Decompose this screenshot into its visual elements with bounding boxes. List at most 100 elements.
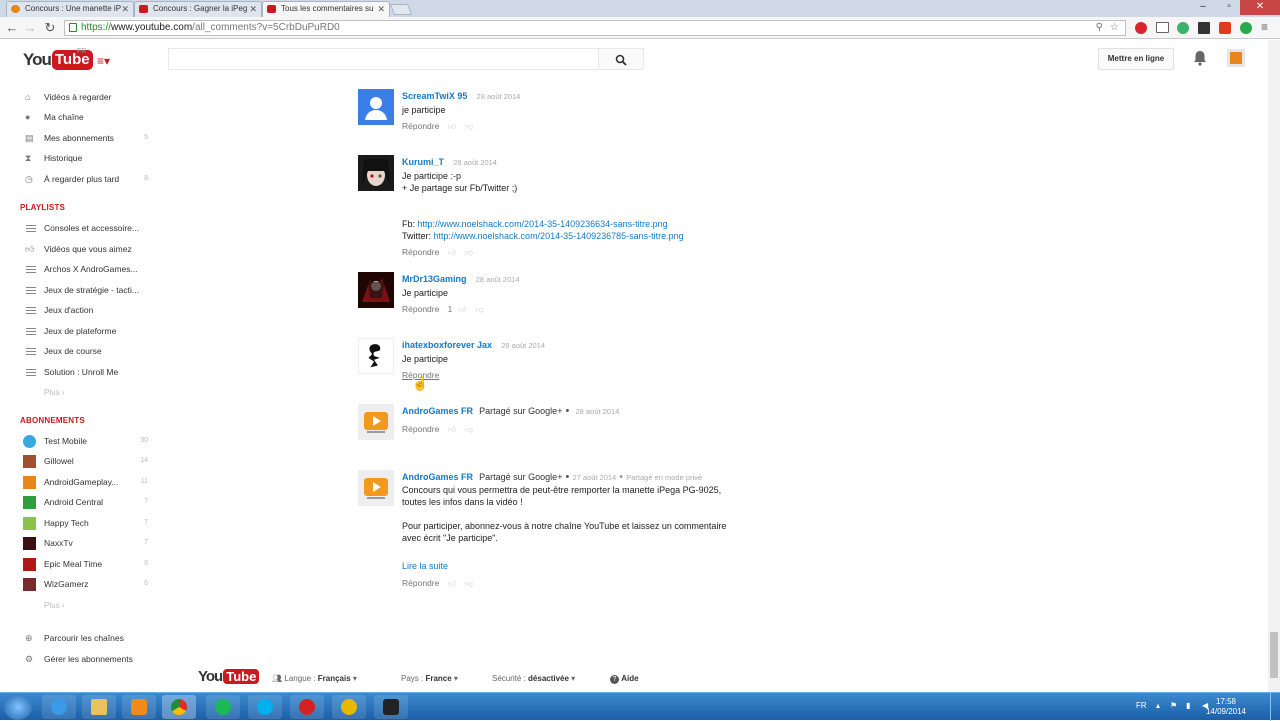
playlist-item[interactable]: Jeux de course (22, 342, 152, 360)
spotify-icon[interactable] (206, 695, 240, 719)
comment-author[interactable]: AndroGames FR (402, 472, 473, 482)
media-player-icon[interactable] (122, 695, 156, 719)
opera-extension-icon[interactable] (1135, 22, 1147, 34)
subscription-item[interactable]: AndroidGameplay... 11 (22, 473, 152, 491)
thumbs-down-icon[interactable]: 👎︎ (465, 579, 473, 588)
thumbs-down-icon[interactable]: 👎︎ (465, 425, 473, 434)
subscription-item[interactable]: WizGamerz 6 (22, 575, 152, 593)
help-button[interactable]: ? Aide (610, 674, 639, 684)
channel-avatar[interactable] (358, 404, 394, 440)
scrollbar-thumb[interactable] (1270, 632, 1278, 678)
comment-author[interactable]: ScreamTwiX 95 (402, 91, 467, 101)
playlist-item[interactable]: Archos X AndroGames... (22, 260, 152, 278)
thumbs-down-icon[interactable]: 👎︎ (465, 248, 473, 257)
channel-avatar[interactable] (358, 338, 394, 374)
reply-link[interactable]: Répondre (402, 121, 439, 131)
youtube-logo[interactable]: You Tube FR (23, 48, 93, 71)
show-desktop-button[interactable] (1270, 693, 1280, 721)
dark-extension-icon[interactable] (1198, 22, 1210, 34)
headphones-app-icon[interactable] (332, 695, 366, 719)
guide-item-ma-chaine[interactable]: ● Ma chaîne (22, 108, 152, 126)
guide-item-a-regarder-plus-tard[interactable]: ◷ À regarder plus tard 8 (22, 170, 152, 188)
browser-tab-2[interactable]: Concours : Gagner la iPeg ✕ (134, 1, 262, 17)
thumbs-up-icon[interactable]: 👍︎ (448, 122, 456, 131)
subscription-item[interactable]: Happy Tech 7 (22, 514, 152, 532)
reply-link[interactable]: Répondre (402, 247, 439, 257)
maximize-button[interactable]: ▫ (1216, 0, 1242, 15)
close-window-button[interactable]: ✕ (1240, 0, 1280, 15)
green-extension-icon[interactable] (1177, 22, 1189, 34)
comment-date[interactable]: 28 août 2014 (576, 407, 620, 416)
comment-date[interactable]: 28 août 2014 (476, 275, 520, 284)
playlist-item[interactable]: Jeux d'action (22, 301, 152, 319)
comment-date[interactable]: 28 août 2014 (477, 92, 521, 101)
language-picker[interactable]: 👥︎ Langue : Français ▾ (272, 674, 357, 683)
subscription-item[interactable]: Test Mobile 30 (22, 432, 152, 450)
close-tab-icon[interactable]: ✕ (121, 2, 129, 16)
channel-avatar[interactable] (358, 272, 394, 308)
read-more-link[interactable]: Lire la suite (402, 561, 448, 571)
thumbs-up-icon[interactable]: 👍︎ (448, 425, 456, 434)
playlists-more-link[interactable]: Plus › (44, 388, 64, 397)
thumbs-down-icon[interactable]: 👎︎ (465, 122, 473, 131)
page-scrollbar[interactable] (1268, 40, 1280, 692)
browser-tab-1[interactable]: Concours : Une manette iP ✕ (6, 1, 134, 17)
reply-link[interactable]: Répondre (402, 424, 439, 434)
notifications-bell-icon[interactable] (1193, 50, 1207, 66)
subscriptions-more-link[interactable]: Plus › (44, 601, 64, 610)
guide-menu-icon[interactable]: ≡▾ (97, 54, 110, 68)
comment-date[interactable]: 27 août 2014 (572, 473, 616, 482)
comment-author[interactable]: Kurumi_T (402, 157, 444, 167)
red-extension-icon[interactable] (1219, 22, 1231, 34)
reply-link[interactable]: Répondre (402, 578, 439, 588)
safety-picker[interactable]: Sécurité : désactivée ▾ (492, 674, 575, 683)
thumbs-up-icon[interactable]: 👍︎ (448, 579, 456, 588)
subscription-item[interactable]: Epic Meal Time 6 (22, 555, 152, 573)
system-clock[interactable]: 17:58 14/09/2014 (1206, 697, 1246, 717)
subscription-item[interactable]: Android Central 7 (22, 493, 152, 511)
evernote-extension-icon[interactable] (1240, 22, 1252, 34)
subscription-item[interactable]: NaxxTv 7 (22, 534, 152, 552)
file-explorer-icon[interactable] (82, 695, 116, 719)
close-tab-icon[interactable]: ✕ (377, 2, 385, 16)
new-tab-button[interactable] (389, 4, 413, 15)
network-icon[interactable]: ▮ (1186, 701, 1190, 710)
forward-arrow-icon[interactable]: → (22, 20, 38, 36)
guide-item-historique[interactable]: ⧗ Historique (22, 149, 152, 167)
guide-item-mes-abonnements[interactable]: ▤ Mes abonnements 5 (22, 129, 152, 147)
input-language[interactable]: FR (1136, 701, 1147, 710)
search-button[interactable] (598, 48, 644, 70)
thumbs-down-icon[interactable]: 👎︎ (475, 305, 483, 314)
address-bar[interactable]: https://www.youtube.com/all_comments?v=5… (64, 20, 1126, 36)
comment-author[interactable]: ihatexboxforever Jax (402, 340, 492, 350)
minimize-button[interactable]: – (1190, 0, 1216, 15)
tray-arrow-icon[interactable]: ▴ (1156, 701, 1160, 710)
windows-start-icon[interactable] (4, 694, 32, 720)
playlist-item[interactable]: Jeux de plateforme (22, 322, 152, 340)
guide-item-manage-subscriptions[interactable]: ⚙ Gérer les abonnements (22, 650, 152, 668)
country-picker[interactable]: Pays : France ▾ (401, 674, 458, 683)
playlist-item[interactable]: Jeux de stratégie - tacti... (22, 281, 152, 299)
comment-date[interactable]: 28 août 2014 (501, 341, 545, 350)
skype-icon[interactable] (248, 695, 282, 719)
comment-link[interactable]: http://www.noelshack.com/2014-35-1409236… (418, 219, 668, 229)
comment-date[interactable]: 28 août 2014 (453, 158, 497, 167)
account-avatar[interactable] (1227, 49, 1245, 67)
chrome-icon[interactable] (162, 695, 196, 719)
comment-author[interactable]: AndroGames FR (402, 406, 473, 416)
reload-icon[interactable]: ↻ (42, 20, 58, 36)
playlist-item[interactable]: Consoles et accessoire... (22, 219, 152, 237)
default-avatar[interactable] (358, 89, 394, 125)
bookmark-star-icon[interactable]: ☆ (1110, 21, 1119, 35)
thumbs-up-icon[interactable]: 👍︎ (458, 305, 466, 314)
thumbs-up-icon[interactable]: 👍︎ (448, 248, 456, 257)
internet-explorer-icon[interactable] (42, 695, 76, 719)
upload-button[interactable]: Mettre en ligne (1098, 48, 1174, 70)
channel-avatar[interactable] (358, 155, 394, 191)
comment-author[interactable]: MrDr13Gaming (402, 274, 467, 284)
channel-avatar[interactable] (358, 470, 394, 506)
guide-item-videos-a-regarder[interactable]: ⌂ Vidéos à regarder (22, 88, 152, 106)
menu-icon[interactable]: ≡ (1261, 20, 1268, 34)
red-app-icon[interactable] (290, 695, 324, 719)
back-arrow-icon[interactable]: ← (4, 20, 20, 36)
